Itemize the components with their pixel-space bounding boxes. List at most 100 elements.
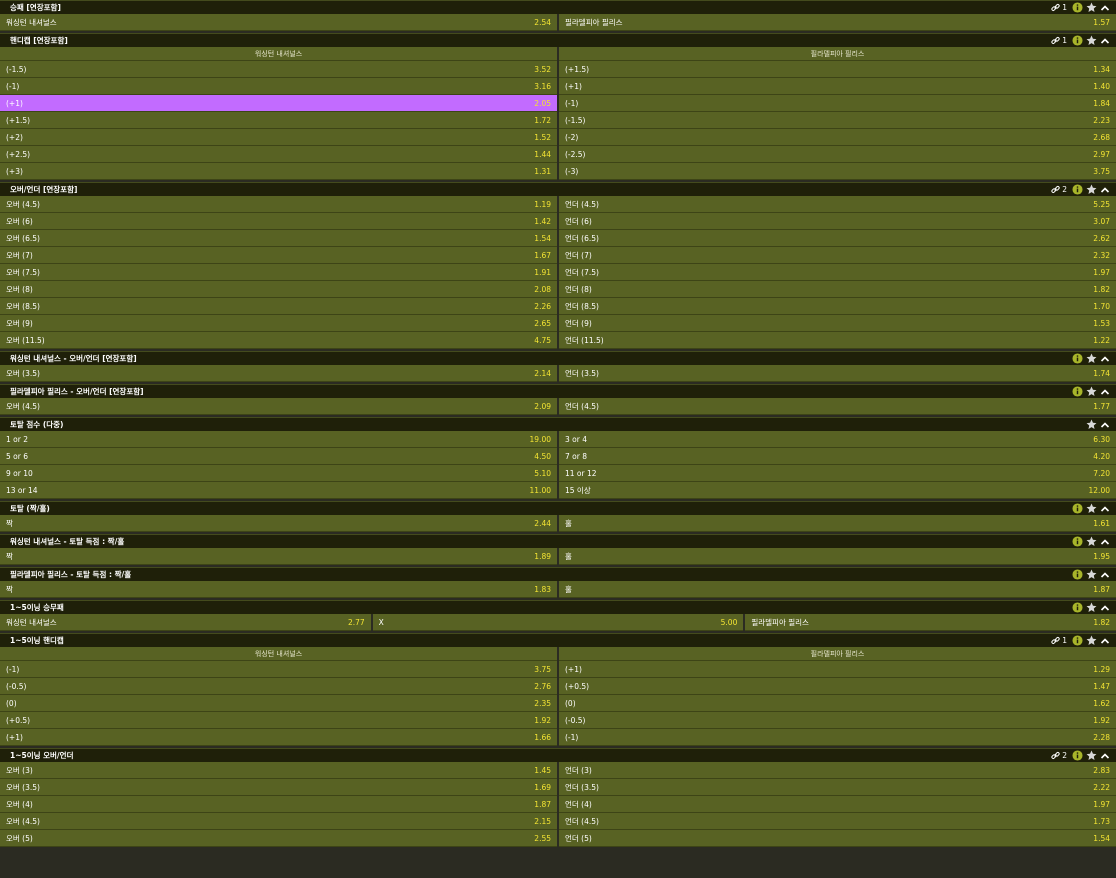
odds-button[interactable]: 언더 (8) 1.82 (559, 281, 1116, 298)
market-header[interactable]: 오버/언더 [연장포함] 2 (0, 182, 1116, 196)
odds-button[interactable]: 오버 (6) 1.42 (0, 213, 557, 230)
odds-button[interactable]: 오버 (7.5) 1.91 (0, 264, 557, 281)
odds-button[interactable]: 홀 1.95 (559, 548, 1116, 565)
star-icon[interactable] (1086, 353, 1097, 365)
odds-button[interactable]: (-1) 1.84 (559, 95, 1116, 112)
odds-button[interactable]: 3 or 4 6.30 (559, 431, 1116, 448)
odds-button[interactable]: 오버 (4.5) 2.09 (0, 398, 557, 415)
odds-button[interactable]: (-1.5) 2.23 (559, 112, 1116, 129)
market-header[interactable]: 토탈 점수 (다중) (0, 417, 1116, 431)
odds-button[interactable]: 언더 (9) 1.53 (559, 315, 1116, 332)
odds-button[interactable]: 오버 (8.5) 2.26 (0, 298, 557, 315)
market-header[interactable]: 필라델피아 필리스 - 오버/언더 [연장포함] (0, 384, 1116, 398)
odds-button[interactable]: 오버 (4.5) 2.15 (0, 813, 557, 830)
odds-button[interactable]: 오버 (9) 2.65 (0, 315, 557, 332)
link-icon[interactable] (1051, 750, 1060, 762)
market-header[interactable]: 1~5이닝 오버/언더 2 (0, 748, 1116, 762)
info-icon[interactable] (1072, 2, 1083, 14)
market-header[interactable]: 워싱턴 내셔널스 - 토탈 득점 : 짝/홀 (0, 534, 1116, 548)
star-icon[interactable] (1086, 35, 1097, 47)
odds-button[interactable]: 오버 (3.5) 2.14 (0, 365, 557, 382)
chevron-up-icon[interactable] (1100, 419, 1110, 431)
odds-button[interactable]: 언더 (6.5) 2.62 (559, 230, 1116, 247)
info-icon[interactable] (1072, 602, 1083, 614)
chevron-up-icon[interactable] (1100, 35, 1110, 47)
odds-button[interactable]: (-1) 2.28 (559, 729, 1116, 746)
odds-button[interactable]: (+1) 1.29 (559, 661, 1116, 678)
odds-button[interactable]: 오버 (4) 1.87 (0, 796, 557, 813)
odds-button[interactable]: 언더 (6) 3.07 (559, 213, 1116, 230)
chevron-up-icon[interactable] (1100, 2, 1110, 14)
star-icon[interactable] (1086, 635, 1097, 647)
odds-button[interactable]: (-1.5) 3.52 (0, 61, 557, 78)
link-icon[interactable] (1051, 184, 1060, 196)
info-icon[interactable] (1072, 35, 1083, 47)
odds-button[interactable]: 7 or 8 4.20 (559, 448, 1116, 465)
odds-button[interactable]: 오버 (11.5) 4.75 (0, 332, 557, 349)
odds-button[interactable]: 오버 (3) 1.45 (0, 762, 557, 779)
odds-button[interactable]: (+1.5) 1.34 (559, 61, 1116, 78)
chevron-up-icon[interactable] (1100, 536, 1110, 548)
odds-button[interactable]: 짝 1.89 (0, 548, 557, 565)
odds-button[interactable]: 오버 (3.5) 1.69 (0, 779, 557, 796)
info-icon[interactable] (1072, 536, 1083, 548)
odds-button[interactable]: 언더 (4) 1.97 (559, 796, 1116, 813)
info-icon[interactable] (1072, 503, 1083, 515)
info-icon[interactable] (1072, 184, 1083, 196)
link-icon[interactable] (1051, 2, 1060, 14)
star-icon[interactable] (1086, 184, 1097, 196)
odds-button[interactable]: (-1) 3.16 (0, 78, 557, 95)
star-icon[interactable] (1086, 419, 1097, 431)
odds-button[interactable]: 오버 (6.5) 1.54 (0, 230, 557, 247)
odds-button[interactable]: 오버 (4.5) 1.19 (0, 196, 557, 213)
star-icon[interactable] (1086, 569, 1097, 581)
odds-button[interactable]: (+1) 1.40 (559, 78, 1116, 95)
odds-button[interactable]: 오버 (5) 2.55 (0, 830, 557, 847)
odds-button[interactable]: (-2) 2.68 (559, 129, 1116, 146)
star-icon[interactable] (1086, 2, 1097, 14)
star-icon[interactable] (1086, 536, 1097, 548)
odds-button[interactable]: 언더 (7) 2.32 (559, 247, 1116, 264)
odds-button[interactable]: 오버 (8) 2.08 (0, 281, 557, 298)
info-icon[interactable] (1072, 750, 1083, 762)
odds-button[interactable]: 짝 1.83 (0, 581, 557, 598)
odds-button[interactable]: (+0.5) 1.92 (0, 712, 557, 729)
market-header[interactable]: 1~5이닝 핸디캡 1 (0, 633, 1116, 647)
odds-button[interactable]: 필라델피아 필리스 1.57 (559, 14, 1116, 31)
odds-button[interactable]: (-1) 3.75 (0, 661, 557, 678)
odds-button[interactable]: 짝 2.44 (0, 515, 557, 532)
odds-button[interactable]: 필라델피아 필리스 1.82 (745, 614, 1116, 631)
chevron-up-icon[interactable] (1100, 184, 1110, 196)
star-icon[interactable] (1086, 503, 1097, 515)
chevron-up-icon[interactable] (1100, 569, 1110, 581)
chevron-up-icon[interactable] (1100, 386, 1110, 398)
info-icon[interactable] (1072, 635, 1083, 647)
odds-button[interactable]: (-0.5) 2.76 (0, 678, 557, 695)
info-icon[interactable] (1072, 386, 1083, 398)
market-header[interactable]: 토탈 (짝/홀) (0, 501, 1116, 515)
odds-button[interactable]: 언더 (7.5) 1.97 (559, 264, 1116, 281)
odds-button[interactable]: 5 or 6 4.50 (0, 448, 557, 465)
market-header[interactable]: 1~5이닝 승무패 (0, 600, 1116, 614)
odds-button[interactable]: (-3) 3.75 (559, 163, 1116, 180)
odds-button[interactable]: 15 이상 12.00 (559, 482, 1116, 499)
market-header[interactable]: 워싱턴 내셔널스 - 오버/언더 [연장포함] (0, 351, 1116, 365)
chevron-up-icon[interactable] (1100, 503, 1110, 515)
chevron-up-icon[interactable] (1100, 602, 1110, 614)
odds-button[interactable]: (+0.5) 1.47 (559, 678, 1116, 695)
odds-button[interactable]: 홀 1.87 (559, 581, 1116, 598)
odds-button[interactable]: 9 or 10 5.10 (0, 465, 557, 482)
odds-button[interactable]: 오버 (7) 1.67 (0, 247, 557, 264)
info-icon[interactable] (1072, 353, 1083, 365)
odds-button[interactable]: 언더 (4.5) 1.73 (559, 813, 1116, 830)
odds-button[interactable]: 언더 (3.5) 2.22 (559, 779, 1116, 796)
star-icon[interactable] (1086, 386, 1097, 398)
odds-button[interactable]: 워싱턴 내셔널스 2.77 (0, 614, 371, 631)
market-header[interactable]: 핸디캡 [연장포함] 1 (0, 33, 1116, 47)
market-header[interactable]: 필라델피아 필리스 - 토탈 득점 : 짝/홀 (0, 567, 1116, 581)
odds-button[interactable]: (+2) 1.52 (0, 129, 557, 146)
odds-button[interactable]: (0) 2.35 (0, 695, 557, 712)
odds-button[interactable]: 언더 (5) 1.54 (559, 830, 1116, 847)
chevron-up-icon[interactable] (1100, 750, 1110, 762)
odds-button[interactable]: 1 or 2 19.00 (0, 431, 557, 448)
